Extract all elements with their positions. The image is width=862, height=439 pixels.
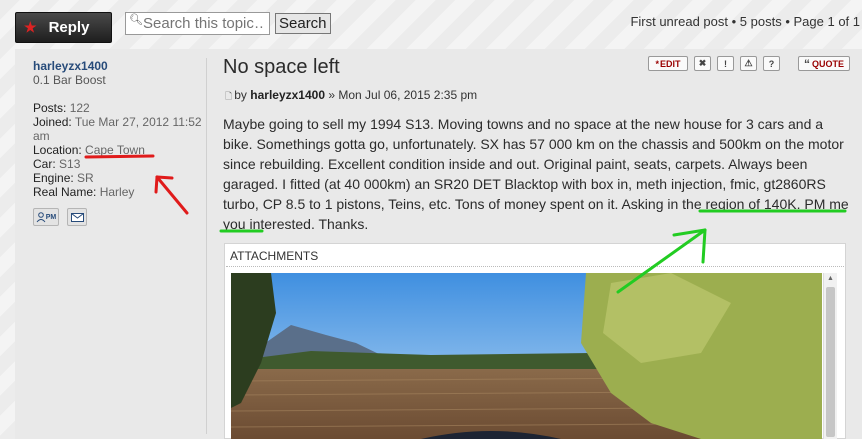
profile-realname: Real Name: Harley: [33, 185, 135, 199]
search-icon: 🔍︎: [129, 14, 143, 26]
attachments-divider: [226, 266, 844, 267]
user-icon: [36, 211, 46, 222]
profile-rank: 0.1 Bar Boost: [33, 73, 106, 87]
pm-icon[interactable]: PM: [33, 208, 59, 226]
attachment-scrollbar[interactable]: ▲: [823, 273, 837, 439]
report-icon[interactable]: !: [717, 56, 734, 71]
page-info: Page 1 of 1: [793, 14, 861, 29]
edit-button[interactable]: * EDIT: [648, 56, 688, 71]
star-icon: ★: [24, 19, 37, 35]
info-icon[interactable]: ?: [763, 56, 780, 71]
post-profile: harleyzx1400 0.1 Bar Boost Posts: 122 Jo…: [33, 59, 213, 199]
vineyard-photo: [231, 273, 822, 439]
pagination: First unread post • 5 posts • Page 1 of …: [630, 14, 860, 29]
post-content: Maybe going to sell my 1994 S13. Moving …: [223, 116, 849, 232]
profile-engine: Engine: SR: [33, 171, 94, 185]
profile-car: Car: S13: [33, 157, 81, 171]
profile-posts: Posts: 122: [33, 101, 90, 115]
first-unread-link[interactable]: First unread post: [630, 14, 728, 29]
post-count: 5 posts: [739, 14, 782, 29]
quote-button[interactable]: “ QUOTE: [798, 56, 850, 71]
asterisk-icon: *: [655, 58, 659, 69]
warn-icon[interactable]: ⚠: [740, 56, 757, 71]
profile-contact-icons: PM: [33, 208, 87, 226]
reply-label: Reply: [48, 19, 90, 36]
email-icon[interactable]: [67, 208, 87, 226]
profile-username[interactable]: harleyzx1400: [33, 59, 213, 73]
document-icon: 🗋: [225, 91, 233, 101]
search-button[interactable]: Search: [275, 13, 331, 34]
attachments-label: ATTACHMENTS: [230, 249, 319, 263]
post-title[interactable]: No space left: [223, 56, 340, 79]
column-divider: [206, 58, 207, 434]
post-date: » Mon Jul 06, 2015 2:35 pm: [328, 88, 478, 102]
post-author[interactable]: harleyzx1400: [250, 88, 325, 102]
delete-icon[interactable]: ✖: [694, 56, 711, 71]
profile-joined: Joined: Tue Mar 27, 2012 11:52 am: [33, 115, 202, 143]
post-meta: 🗋 by harleyzx1400 » Mon Jul 06, 2015 2:35…: [225, 88, 478, 102]
scrollbar-thumb[interactable]: [826, 287, 835, 437]
search-input[interactable]: [125, 12, 270, 35]
post-actions: * EDIT ✖ ! ⚠ ? “ QUOTE: [648, 56, 850, 71]
attachment-image[interactable]: [231, 273, 822, 439]
reply-button[interactable]: ★ Reply: [15, 12, 112, 43]
profile-location: Location: Cape Town: [33, 143, 145, 157]
quote-icon: “: [803, 56, 810, 71]
scroll-up-icon[interactable]: ▲: [827, 275, 834, 282]
